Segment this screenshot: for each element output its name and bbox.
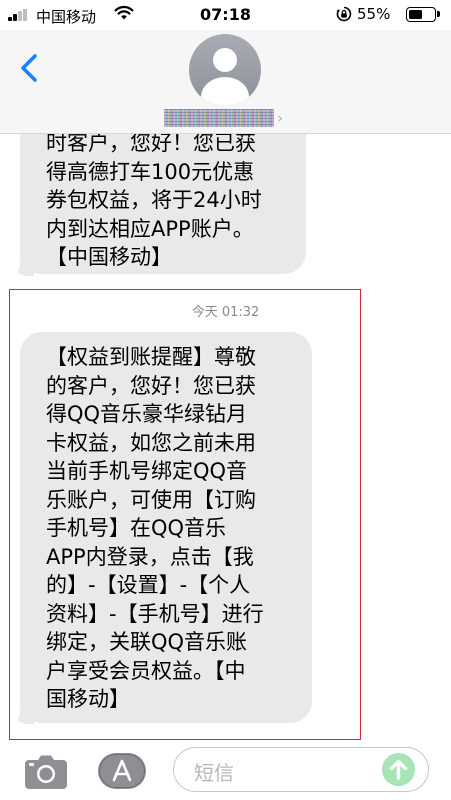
app-store-icon[interactable] (97, 752, 147, 790)
send-arrow-icon[interactable] (382, 753, 415, 786)
battery-icon (406, 7, 436, 22)
camera-icon[interactable] (24, 754, 68, 790)
battery-percent: 55% (357, 5, 391, 23)
conversation-header: › (0, 30, 451, 134)
back-chevron-icon[interactable] (14, 48, 44, 88)
contact-name-obscured (164, 109, 274, 127)
message-input-placeholder: 短信 (194, 761, 234, 785)
rotation-lock-icon (336, 6, 352, 22)
chevron-right-icon: › (277, 109, 283, 127)
status-bar: 中国移动 07:18 55% (0, 0, 451, 30)
message-bubble-incoming[interactable]: 时客户，您好！您已获 得高德打车100元优惠 券包权益，将于24小时 内到达相应… (20, 110, 306, 274)
highlight-annotation-frame (9, 289, 361, 740)
contact-name-button[interactable]: › (164, 107, 290, 129)
battery-tip (437, 11, 440, 17)
contact-avatar-icon[interactable] (189, 34, 261, 106)
